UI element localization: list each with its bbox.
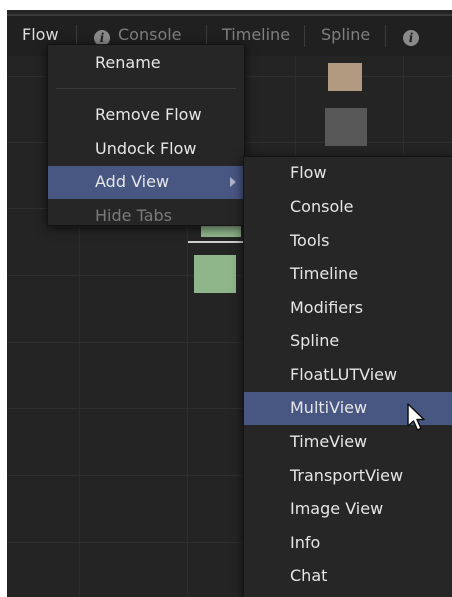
tab-flow-label: Flow [22,25,59,44]
submenu-arrow-icon [230,177,236,187]
menu-item-hide-tabs: Hide Tabs [48,200,244,232]
submenu-item-label: Image View [290,499,384,518]
menu-item-label: Remove Flow [95,105,202,124]
submenu-item-label: Flow [290,163,327,182]
submenu-item-label: Timeline [290,264,359,283]
menu-item-remove-flow[interactable]: Remove Flow [48,99,244,131]
menu-item-label: Undock Flow [95,139,197,158]
submenu-item-flow[interactable]: Flow [244,157,452,189]
flow-node-green[interactable] [194,255,236,293]
flow-node-line [188,241,248,243]
submenu-item-label: Console [290,197,354,216]
mouse-pointer-icon [407,403,425,431]
submenu-item-label: MultiView [290,398,368,417]
tab-spline[interactable]: Spline [321,16,370,54]
submenu-item-label: TimeView [290,432,368,451]
submenu-item-timeline[interactable]: Timeline [244,258,452,290]
submenu-item-label: Chat [290,566,328,585]
submenu-item-image-view[interactable]: Image View [244,493,452,525]
submenu-item-tools[interactable]: Tools [244,225,452,257]
menu-item-label: Hide Tabs [95,206,172,225]
menu-item-label: Add View [95,172,170,191]
context-menu: Rename Remove Flow Undock Flow Add View … [47,44,245,226]
submenu-item-label: Tools [290,231,330,250]
flow-node-tan[interactable] [328,63,362,91]
menu-item-add-view[interactable]: Add View [48,166,244,199]
submenu-item-label: Spline [290,331,340,350]
fusion-window: Flow i Console Timeline Spline i Rename R… [7,10,452,597]
submenu-item-label: TransportView [290,466,404,485]
submenu-item-label: Modifiers [290,298,364,317]
add-view-submenu: Flow Console Tools Timeline Modifiers Sp… [243,156,452,597]
flow-node-gray[interactable] [325,108,367,146]
tab-spline-label: Spline [321,25,371,44]
submenu-item-modifiers[interactable]: Modifiers [244,292,452,324]
info-icon: i [403,30,419,46]
menu-item-undock-flow[interactable]: Undock Flow [48,133,244,165]
submenu-item-console[interactable]: Console [244,191,452,223]
submenu-item-label: FloatLUTView [290,365,398,384]
tab-info[interactable]: i [403,16,427,54]
menu-item-label: Rename [95,53,161,72]
tab-timeline-label: Timeline [222,25,291,44]
menu-separator [56,88,236,89]
submenu-item-info[interactable]: Info [244,527,452,559]
submenu-item-spline[interactable]: Spline [244,325,452,357]
tab-console-label: Console [118,25,182,44]
submenu-item-floatlutview[interactable]: FloatLUTView [244,359,452,391]
menu-item-rename[interactable]: Rename [48,47,244,79]
submenu-item-label: Info [290,533,321,552]
submenu-item-transportview[interactable]: TransportView [244,460,452,492]
submenu-item-chat[interactable]: Chat [244,560,452,592]
